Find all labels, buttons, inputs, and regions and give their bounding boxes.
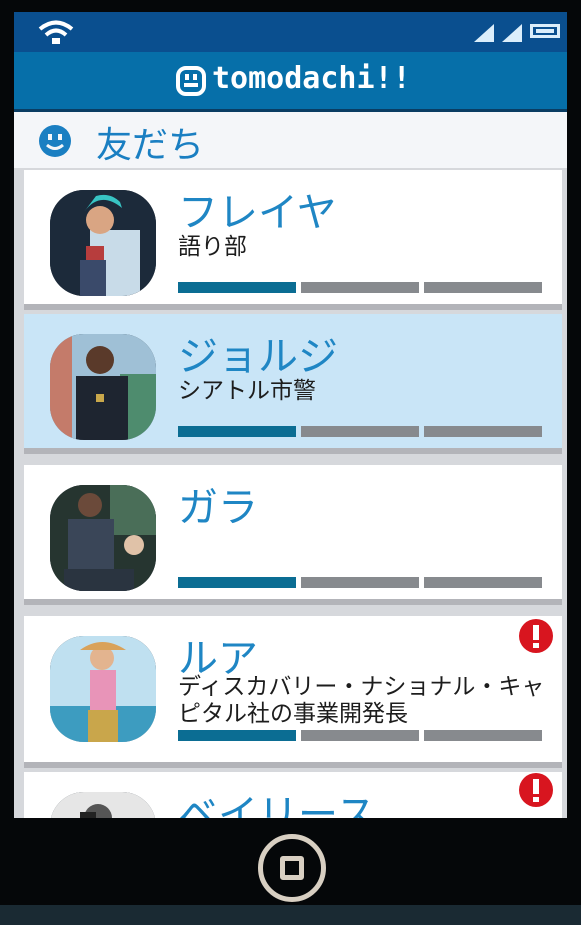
- friend-role: シアトル市警: [178, 378, 316, 404]
- avatar: [50, 636, 156, 742]
- avatar: [50, 792, 156, 818]
- progress-segment: [424, 577, 542, 588]
- wifi-icon: [38, 20, 74, 44]
- progress-segment: [178, 426, 296, 437]
- progress-segment: [301, 282, 419, 293]
- friends-screen: 友だち フレイヤ 語り部 ジョルジ シアトル市警 ガラ ルア ディスカバリー・ナ…: [14, 112, 567, 818]
- avatar: [50, 190, 156, 296]
- friend-name: ガラ: [178, 485, 258, 531]
- avatar-image: [50, 792, 156, 818]
- friend-card-gara[interactable]: ガラ: [24, 465, 562, 605]
- progress-segment: [301, 426, 419, 437]
- friend-name: ベイリース: [178, 792, 376, 818]
- progress-segment: [178, 730, 296, 741]
- progress-segment: [424, 282, 542, 293]
- signal-icon: [474, 24, 494, 42]
- progress-segment: [301, 730, 419, 741]
- status-bar: [14, 12, 567, 52]
- smiley-logo-icon: [176, 66, 206, 96]
- progress-segment: [178, 282, 296, 293]
- section-title: 友だち: [96, 125, 205, 166]
- smiley-icon: [39, 125, 71, 157]
- background-strip: [0, 905, 581, 925]
- friend-card-lua[interactable]: ルア ディスカバリー・ナショナル・キャピタル社の事業開発長: [24, 616, 562, 768]
- app-header: tomodachi!!: [14, 52, 567, 112]
- friend-card-giorgi[interactable]: ジョルジ シアトル市警: [24, 314, 562, 454]
- friend-card-baileys[interactable]: ベイリース: [24, 772, 562, 818]
- friend-name: ジョルジ: [178, 334, 338, 380]
- app-title: tomodachi!!: [212, 61, 411, 96]
- home-square-icon: [280, 856, 304, 880]
- progress-segment: [301, 577, 419, 588]
- exclamation-alert-icon: [519, 773, 553, 807]
- friend-card-freya[interactable]: フレイヤ 語り部: [24, 170, 562, 310]
- progress-segment: [424, 730, 542, 741]
- avatar: [50, 334, 156, 440]
- section-header: 友だち: [14, 112, 567, 168]
- avatar-image: [50, 485, 156, 591]
- avatar: [50, 485, 156, 591]
- friend-name: フレイヤ: [178, 190, 337, 236]
- signal-icon: [502, 24, 522, 42]
- progress-segment: [424, 426, 542, 437]
- exclamation-alert-icon: [519, 619, 553, 653]
- home-button[interactable]: [258, 834, 326, 902]
- battery-icon: [530, 24, 560, 38]
- avatar-image: [50, 190, 156, 296]
- progress-segment: [178, 577, 296, 588]
- avatar-image: [50, 334, 156, 440]
- friend-role: 語り部: [178, 234, 247, 260]
- friend-role: ディスカバリー・ナショナル・キャピタル社の事業開発長: [178, 674, 545, 727]
- avatar-image: [50, 636, 156, 742]
